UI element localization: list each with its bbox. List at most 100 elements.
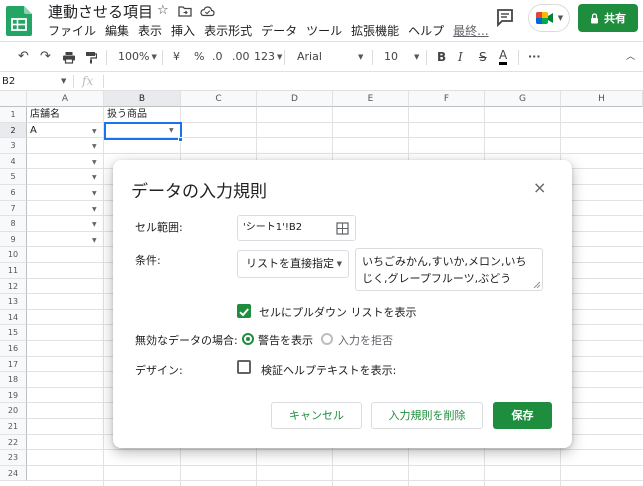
close-icon[interactable]: × (533, 178, 546, 197)
font-size-select[interactable]: 10 ▼ (384, 49, 420, 65)
show-dropdown-checkbox[interactable] (237, 304, 251, 318)
cell-b1[interactable]: 扱う商品 (104, 107, 147, 122)
comment-history-icon[interactable] (494, 6, 516, 28)
select-all-corner[interactable] (0, 91, 27, 107)
document-title[interactable]: 連動させる項目 (48, 1, 153, 22)
bold-button[interactable]: B (437, 49, 446, 65)
cancel-button[interactable]: キャンセル (271, 402, 362, 429)
row-header-23[interactable]: 23 (0, 450, 27, 466)
help-text-label[interactable]: 検証ヘルプテキストを表示: (261, 362, 396, 378)
row-header-8[interactable]: 8 (0, 216, 27, 232)
fill-handle[interactable] (178, 137, 183, 142)
menu-insert[interactable]: 挿入 (171, 22, 195, 40)
row-header-24[interactable]: 24 (0, 465, 27, 482)
reject-label[interactable]: 入力を拒否 (338, 332, 393, 348)
cell-a2[interactable]: A (27, 123, 37, 138)
menu-data[interactable]: データ (261, 22, 297, 40)
menu-view[interactable]: 表示 (138, 22, 162, 40)
star-icon[interactable]: ☆ (157, 3, 169, 18)
increase-decimal-button[interactable]: .00 (232, 49, 250, 65)
row-header-6[interactable]: 6 (0, 185, 27, 201)
row-header-17[interactable]: 17 (0, 356, 27, 373)
menu-format[interactable]: 表示形式 (204, 22, 252, 40)
row-header-1[interactable]: 1 (0, 107, 27, 123)
menu-extensions[interactable]: 拡張機能 (351, 22, 399, 40)
row-header-10[interactable]: 10 (0, 247, 27, 263)
text-color-button[interactable]: A (499, 49, 508, 65)
last-edit-link[interactable]: 最終... (453, 22, 488, 40)
row-header-13[interactable]: 13 (0, 294, 27, 310)
number-format-select[interactable]: 123 ▼ (254, 49, 282, 65)
font-family-select[interactable]: Arial ▼ (297, 49, 363, 65)
cell-a8-dropdown-icon[interactable]: ▼ (92, 221, 97, 228)
sheets-logo-icon[interactable] (6, 6, 32, 36)
column-header-d[interactable]: D (257, 91, 333, 107)
range-input[interactable]: 'シート1'!B2 (237, 215, 356, 241)
row-header-16[interactable]: 16 (0, 341, 27, 357)
italic-button[interactable]: I (458, 49, 463, 65)
meet-button[interactable]: ▼ (528, 4, 570, 32)
row-header-7[interactable]: 7 (0, 200, 27, 217)
cell-a7-dropdown-icon[interactable]: ▼ (92, 206, 97, 213)
resize-grip-icon[interactable] (533, 281, 540, 288)
reject-radio[interactable] (321, 333, 333, 345)
row-header-18[interactable]: 18 (0, 372, 27, 388)
criteria-values-textarea[interactable]: いちごみかん,すいか,メロン,いちじく,グレープフルーツ,ぶどう (355, 248, 543, 291)
more-options-button[interactable]: ··· (528, 49, 541, 65)
percent-format-button[interactable]: % (194, 49, 204, 65)
row-header-12[interactable]: 12 (0, 278, 27, 295)
row-header-4[interactable]: 4 (0, 153, 27, 170)
help-text-checkbox[interactable] (237, 360, 251, 374)
cell-a1[interactable]: 店舗名 (27, 107, 60, 122)
grid-select-icon[interactable] (336, 222, 349, 235)
cell-a4-dropdown-icon[interactable]: ▼ (92, 159, 97, 166)
cell-a5-dropdown-icon[interactable]: ▼ (92, 174, 97, 181)
undo-icon[interactable]: ↶ (18, 49, 29, 65)
row-header-21[interactable]: 21 (0, 419, 27, 435)
row-header-20[interactable]: 20 (0, 403, 27, 419)
cell-a2-dropdown-icon[interactable]: ▼ (92, 128, 97, 135)
cell-a6-dropdown-icon[interactable]: ▼ (92, 190, 97, 197)
menu-file[interactable]: ファイル (48, 22, 96, 40)
column-header-a[interactable]: A (27, 91, 104, 107)
criteria-type-select[interactable]: リストを直接指定 ▼ (237, 250, 349, 278)
row-header-11[interactable]: 11 (0, 263, 27, 279)
row-header-22[interactable]: 22 (0, 434, 27, 451)
row-header-15[interactable]: 15 (0, 325, 27, 341)
move-folder-icon[interactable] (178, 5, 192, 17)
row-header-5[interactable]: 5 (0, 169, 27, 185)
decrease-decimal-button[interactable]: .0 (212, 49, 223, 65)
column-header-c[interactable]: C (181, 91, 257, 107)
cloud-status-icon[interactable] (200, 5, 215, 17)
strikethrough-button[interactable]: S (479, 49, 487, 65)
row-header-19[interactable]: 19 (0, 387, 27, 404)
zoom-select[interactable]: 100% ▼ (118, 49, 157, 65)
menu-help[interactable]: ヘルプ (408, 22, 444, 40)
share-button[interactable]: 共有 (578, 4, 638, 32)
redo-icon[interactable]: ↷ (40, 49, 51, 65)
row-header-2[interactable]: 2 (0, 122, 27, 139)
column-header-g[interactable]: G (485, 91, 561, 107)
name-box-dropdown-icon[interactable]: ▼ (61, 73, 66, 90)
show-dropdown-label[interactable]: セルにプルダウン リストを表示 (259, 304, 417, 320)
cell-a9-dropdown-icon[interactable]: ▼ (92, 237, 97, 244)
row-header-9[interactable]: 9 (0, 231, 27, 248)
remove-validation-button[interactable]: 入力規則を削除 (371, 402, 483, 429)
save-button[interactable]: 保存 (493, 402, 552, 429)
warn-radio[interactable] (242, 333, 254, 345)
collapse-toolbar-icon[interactable]: ︿ (626, 49, 635, 65)
column-header-b[interactable]: B (104, 91, 181, 107)
warn-label[interactable]: 警告を表示 (258, 332, 313, 348)
name-box[interactable]: B2 (0, 73, 70, 90)
column-header-f[interactable]: F (409, 91, 485, 107)
column-header-h[interactable]: H (561, 91, 643, 107)
cell-b2-dropdown-icon[interactable]: ▼ (169, 127, 174, 134)
paint-format-icon[interactable] (85, 51, 97, 64)
row-header-14[interactable]: 14 (0, 309, 27, 326)
column-header-e[interactable]: E (333, 91, 409, 107)
menu-tools[interactable]: ツール (306, 22, 342, 40)
currency-format-button[interactable]: ¥ (173, 49, 180, 65)
row-header-3[interactable]: 3 (0, 138, 27, 154)
menu-edit[interactable]: 編集 (105, 22, 129, 40)
print-icon[interactable] (62, 51, 76, 64)
